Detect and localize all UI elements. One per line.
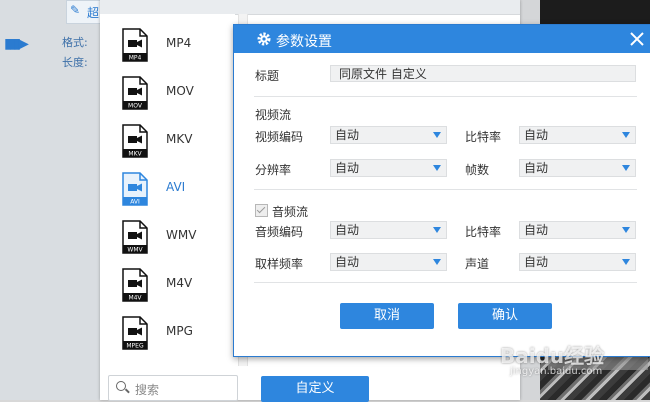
format-item-label: MKV — [166, 132, 193, 146]
channel-value: 自动 — [524, 255, 549, 269]
file-badge-text: MOV — [128, 103, 143, 110]
video-bitrate-label: 比特率 — [465, 130, 502, 144]
audio-codec-label: 音频编码 — [255, 225, 304, 239]
dropdown-arrow-icon — [433, 165, 441, 171]
framerate-select[interactable]: 自动 — [519, 159, 636, 177]
divider — [254, 282, 637, 283]
format-item-label: MOV — [166, 84, 194, 98]
video-codec-label: 视频编码 — [255, 130, 304, 144]
divider — [254, 96, 637, 97]
video-file-icon: MPEG — [122, 316, 148, 350]
samplerate-value: 自动 — [335, 255, 360, 269]
dropdown-arrow-icon — [433, 132, 441, 138]
video-file-icon: MKV — [122, 124, 148, 158]
dropdown-arrow-icon — [622, 259, 630, 265]
resolution-label: 分辨率 — [255, 163, 292, 177]
format-item-label: M4V — [166, 276, 193, 290]
audio-bitrate-select[interactable]: 自动 — [519, 221, 636, 239]
watermark: Baidu经验 jingyan.baidu.com — [500, 340, 605, 377]
dialog-title: 参数设置 — [276, 34, 332, 50]
format-item-mpg[interactable]: MPEG MPG — [100, 312, 235, 360]
format-label: 格式: — [62, 36, 88, 49]
format-item-mkv[interactable]: MKV MKV — [100, 120, 235, 168]
video-codec-value: 自动 — [335, 128, 360, 142]
channel-label: 声道 — [465, 257, 490, 271]
settings-dialog: 参数设置 标题 同原文件 自定义 视频流 视频编码 自动 比特率 自动 分辨率 … — [233, 24, 650, 357]
arrow-icon: ▮▮▮▶ — [4, 36, 29, 52]
resolution-select[interactable]: 自动 — [330, 159, 447, 177]
framerate-label: 帧数 — [465, 163, 490, 177]
audio-section-label: 音频流 — [272, 205, 309, 219]
format-item-mp4[interactable]: MP4 MP4 — [100, 24, 235, 72]
audio-bitrate-value: 自动 — [524, 223, 549, 237]
video-file-icon: MOV — [122, 76, 148, 110]
file-badge-text: MPEG — [126, 343, 144, 350]
search-placeholder: 搜索 — [135, 383, 160, 397]
format-item-m4v[interactable]: M4V M4V — [100, 264, 235, 312]
format-panel-tabbar — [100, 0, 520, 15]
audio-codec-select[interactable]: 自动 — [330, 221, 447, 239]
left-panel: ✎ 超 ▮▮▮▶ 格式: 长度: — [0, 0, 102, 400]
audio-codec-value: 自动 — [335, 223, 360, 237]
video-bitrate-select[interactable]: 自动 — [519, 126, 636, 144]
file-badge-text: AVI — [130, 199, 140, 206]
format-item-label: AVI — [166, 180, 186, 194]
watermark-subtext: jingyan.baidu.com — [510, 366, 603, 377]
search-box[interactable]: 搜索 — [108, 375, 238, 401]
title-input[interactable]: 同原文件 自定义 — [330, 65, 636, 82]
resolution-value: 自动 — [335, 161, 360, 175]
file-badge-text: WMV — [127, 247, 143, 254]
video-file-icon: WMV — [122, 220, 148, 254]
file-badge-text: MP4 — [129, 55, 142, 62]
title-label: 标题 — [255, 69, 280, 83]
format-item-label: WMV — [166, 228, 197, 242]
video-file-icon: M4V — [122, 268, 148, 302]
watermark-text: Baidu经验 — [500, 344, 605, 368]
edit-button-label: 超 — [87, 6, 100, 20]
dialog-titlebar: 参数设置 — [234, 25, 650, 53]
edit-button[interactable]: ✎ 超 — [66, 0, 102, 24]
divider — [254, 189, 637, 190]
video-bitrate-value: 自动 — [524, 128, 549, 142]
format-item-label: MPG — [166, 324, 193, 338]
search-icon — [116, 381, 126, 391]
file-badge-text: MKV — [128, 151, 142, 158]
length-label: 长度: — [62, 56, 88, 69]
ok-button[interactable]: 确认 — [458, 303, 552, 329]
close-icon[interactable] — [628, 30, 646, 48]
format-list: MP4 MP4 MOV MOV MKV MKV AVI AVI WMV WMV M4V M4V MPEG… — [100, 14, 235, 364]
custom-button[interactable]: 自定义 — [261, 376, 369, 402]
video-section-label: 视频流 — [255, 108, 292, 122]
cancel-button[interactable]: 取消 — [340, 303, 434, 329]
format-item-mov[interactable]: MOV MOV — [100, 72, 235, 120]
pencil-icon: ✎ — [70, 3, 81, 17]
video-file-icon: AVI — [122, 172, 148, 206]
format-item-avi[interactable]: AVI AVI — [100, 168, 235, 216]
gear-icon — [257, 32, 271, 46]
dropdown-arrow-icon — [622, 132, 630, 138]
framerate-value: 自动 — [524, 161, 549, 175]
dropdown-arrow-icon — [622, 165, 630, 171]
audio-enabled-checkbox[interactable] — [255, 204, 268, 217]
dropdown-arrow-icon — [433, 227, 441, 233]
channel-select[interactable]: 自动 — [519, 253, 636, 271]
samplerate-label: 取样频率 — [255, 257, 304, 271]
format-item-label: MP4 — [166, 36, 192, 50]
file-badge-text: M4V — [128, 295, 142, 302]
video-codec-select[interactable]: 自动 — [330, 126, 447, 144]
format-item-wmv[interactable]: WMV WMV — [100, 216, 235, 264]
video-file-icon: MP4 — [122, 28, 148, 62]
audio-bitrate-label: 比特率 — [465, 225, 502, 239]
dropdown-arrow-icon — [622, 227, 630, 233]
dropdown-arrow-icon — [433, 259, 441, 265]
samplerate-select[interactable]: 自动 — [330, 253, 447, 271]
